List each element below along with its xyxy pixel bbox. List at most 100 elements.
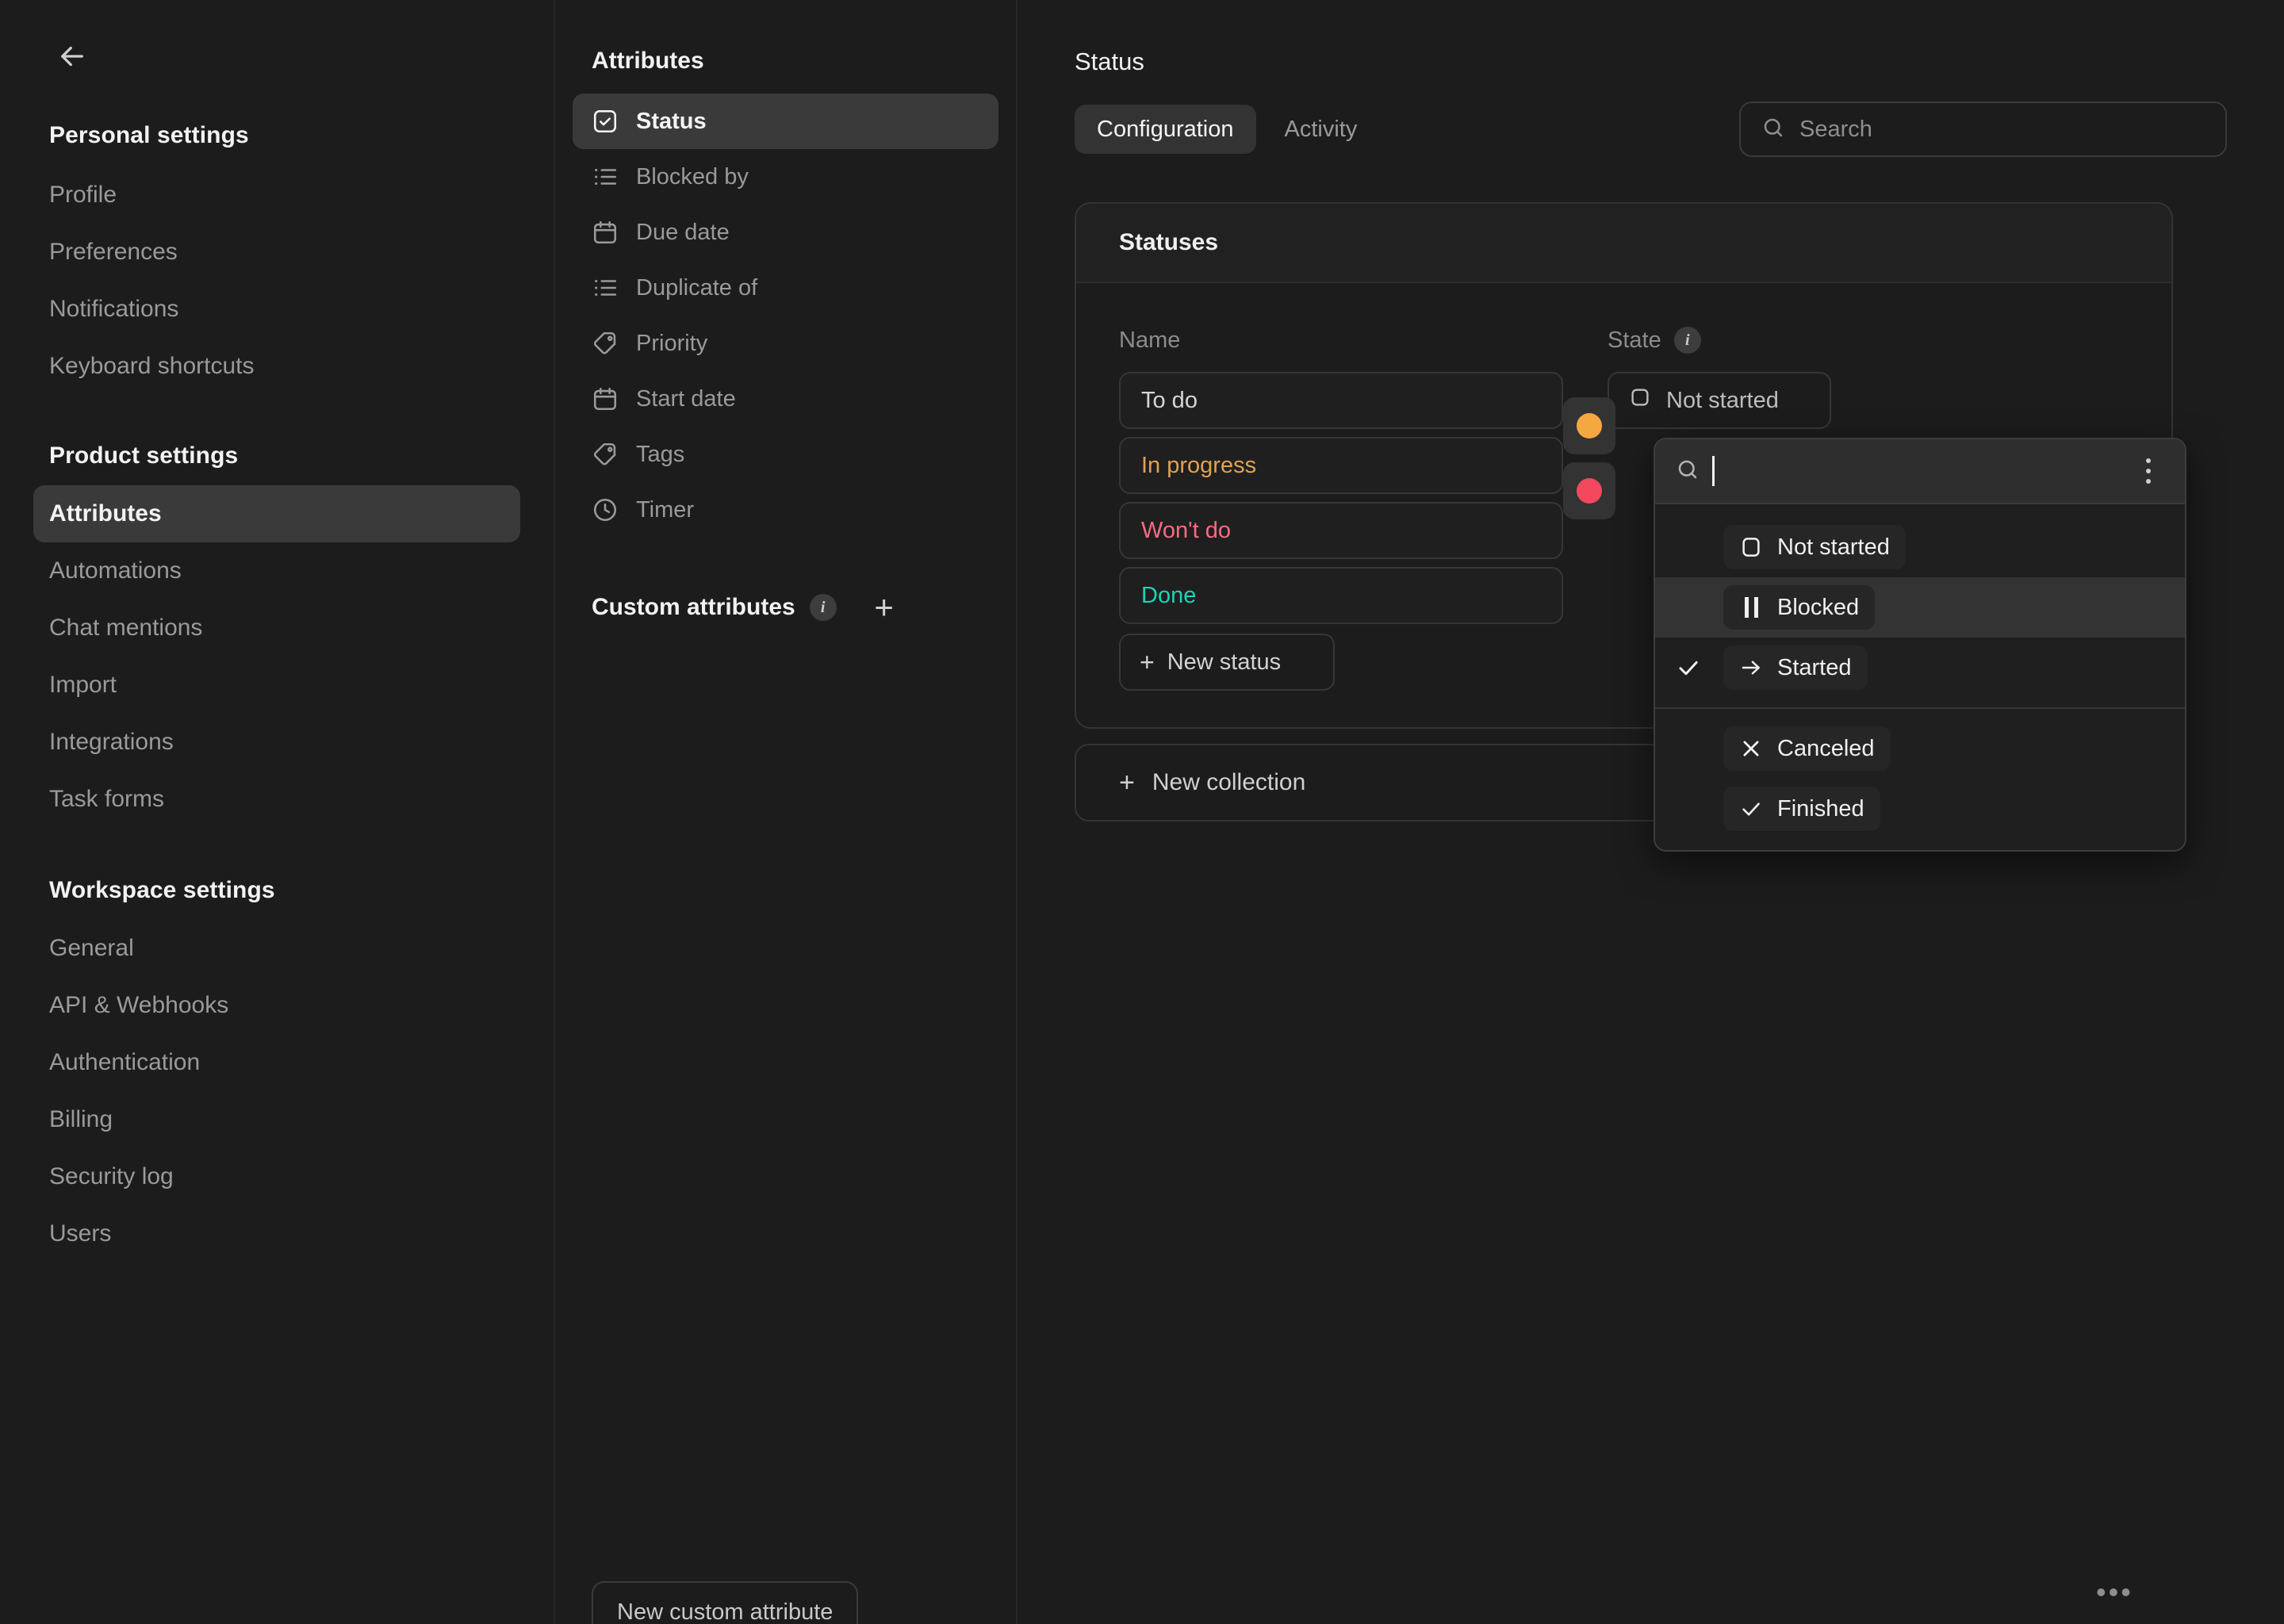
info-icon[interactable]: i [809, 594, 837, 621]
search-icon [1761, 116, 1785, 144]
state-dropdown-menu: Not started Blocked Started Canceled Fin… [1654, 438, 2186, 852]
status-color-button[interactable] [1563, 397, 1615, 454]
tab-label: Activity [1284, 116, 1358, 142]
sidebar-item-label: Task forms [49, 786, 165, 812]
search-input[interactable]: Search [1739, 102, 2227, 157]
plus-icon: + [1119, 768, 1135, 798]
nav-group-title: Personal settings [49, 122, 249, 148]
option-label: Started [1777, 654, 1852, 680]
dropdown-option-list: Not started Blocked Started Canceled Fin… [1655, 504, 2185, 850]
checkmark-icon [1676, 655, 1723, 680]
sidebar-item-label: Users [49, 1220, 112, 1247]
attribute-item-label: Priority [636, 330, 708, 356]
attribute-item-label: Duplicate of [636, 274, 758, 301]
nav-group-title: Product settings [49, 442, 239, 469]
sidebar-item-notifications[interactable]: Notifications [33, 281, 520, 338]
statuses-card-header: Statuses [1076, 204, 2171, 283]
check-icon [1739, 797, 1763, 821]
sidebar-item-import[interactable]: Import [33, 657, 520, 714]
settings-window: Personal settings Profile Preferences No… [0, 0, 2284, 1624]
option-label: Not started [1777, 534, 1890, 560]
status-name-value: To do [1141, 387, 1198, 413]
option-pill: Canceled [1723, 726, 1891, 771]
column-header-name: Name [1119, 327, 1181, 353]
pause-icon [1739, 596, 1763, 619]
sidebar-item-label: API & Webhooks [49, 992, 229, 1018]
sidebar-item-label: Authentication [49, 1049, 201, 1075]
color-dot-orange [1577, 413, 1602, 439]
attributes-panel: Attributes Status Blocked by Due date Du… [555, 0, 1017, 1624]
sidebar-item-billing[interactable]: Billing [33, 1091, 520, 1148]
sidebar-item-authentication[interactable]: Authentication [33, 1034, 520, 1091]
new-status-label: New status [1167, 649, 1282, 675]
sidebar-item-integrations[interactable]: Integrations [33, 714, 520, 771]
nav-group-product: Product settings Attributes Automations … [33, 442, 520, 828]
arrow-left-icon [56, 40, 89, 77]
square-icon [1628, 385, 1652, 416]
statuses-card-title: Statuses [1119, 229, 1219, 255]
dropdown-option-not-started[interactable]: Not started [1655, 517, 2185, 577]
dropdown-search-input[interactable] [1655, 439, 2185, 504]
sidebar-item-label: Import [49, 672, 117, 698]
nav-group-personal: Personal settings Profile Preferences No… [49, 122, 504, 395]
sidebar-item-attributes[interactable]: Attributes [33, 485, 520, 542]
new-custom-attribute-button[interactable]: New custom attribute [592, 1581, 859, 1624]
attribute-item-blocked-by[interactable]: Blocked by [573, 149, 998, 205]
option-label: Blocked [1777, 594, 1860, 620]
sidebar-item-api-webhooks[interactable]: API & Webhooks [33, 977, 520, 1034]
status-name-input[interactable]: To do [1119, 372, 1563, 429]
attribute-item-status[interactable]: Status [573, 94, 998, 149]
attribute-item-label: Blocked by [636, 163, 749, 190]
attribute-item-timer[interactable]: Timer [573, 482, 998, 538]
tab-label: Configuration [1097, 116, 1234, 142]
attribute-item-label: Due date [636, 219, 730, 245]
sidebar-item-security-log[interactable]: Security log [33, 1148, 520, 1205]
status-name-input[interactable]: Won't do [1119, 502, 1563, 559]
tab-activity[interactable]: Activity [1263, 105, 1380, 154]
dropdown-option-finished[interactable]: Finished [1655, 779, 2185, 839]
sidebar-item-keyboard-shortcuts[interactable]: Keyboard shortcuts [33, 338, 520, 395]
calendar-icon [592, 385, 619, 412]
tag-icon [592, 441, 619, 468]
status-state-select[interactable]: Not started [1608, 372, 1831, 429]
list-icon [592, 163, 619, 190]
statuses-name-column: Name To do In progress Won't do Done + N… [1119, 316, 1563, 691]
back-button[interactable] [43, 29, 102, 87]
more-vertical-icon[interactable] [2133, 452, 2164, 490]
new-status-button[interactable]: + New status [1119, 634, 1335, 691]
add-custom-attribute-icon[interactable]: + [867, 590, 902, 625]
sidebar-item-task-forms[interactable]: Task forms [33, 771, 520, 828]
attribute-item-tags[interactable]: Tags [573, 427, 998, 482]
attribute-item-label: Tags [636, 441, 685, 467]
sidebar-item-label: Security log [49, 1163, 174, 1189]
tab-configuration[interactable]: Configuration [1075, 105, 1256, 154]
dropdown-option-started[interactable]: Started [1655, 638, 2185, 698]
overflow-menu-button[interactable]: ••• [2096, 1578, 2133, 1607]
attribute-item-due-date[interactable]: Due date [573, 205, 998, 260]
square-icon [1739, 535, 1763, 559]
sidebar-item-general[interactable]: General [33, 920, 520, 977]
sidebar-item-profile[interactable]: Profile [33, 167, 520, 224]
option-pill: Started [1723, 645, 1868, 690]
attribute-item-start-date[interactable]: Start date [573, 371, 998, 427]
status-name-input[interactable]: Done [1119, 567, 1563, 624]
option-label: Canceled [1777, 735, 1875, 761]
status-name-input[interactable]: In progress [1119, 437, 1563, 494]
check-square-icon [592, 108, 619, 135]
sidebar-item-chat-mentions[interactable]: Chat mentions [33, 599, 520, 657]
status-color-button[interactable] [1563, 462, 1615, 519]
sidebar-item-preferences[interactable]: Preferences [33, 224, 520, 281]
new-custom-attribute-label: New custom attribute [617, 1599, 834, 1624]
info-icon[interactable]: i [1673, 327, 1701, 354]
dropdown-option-blocked[interactable]: Blocked [1655, 577, 2185, 638]
status-rows: To do In progress Won't do Done [1119, 372, 1563, 624]
dropdown-option-canceled[interactable]: Canceled [1655, 718, 2185, 779]
nav-group-workspace: Workspace settings General API & Webhook… [49, 877, 504, 1262]
page-title: Status [1075, 48, 1144, 75]
sidebar-item-users[interactable]: Users [33, 1205, 520, 1262]
sidebar-item-automations[interactable]: Automations [33, 542, 520, 599]
plus-icon: + [1140, 648, 1155, 676]
search-placeholder: Search [1799, 116, 1872, 142]
attribute-item-priority[interactable]: Priority [573, 316, 998, 371]
attribute-item-duplicate-of[interactable]: Duplicate of [573, 260, 998, 316]
